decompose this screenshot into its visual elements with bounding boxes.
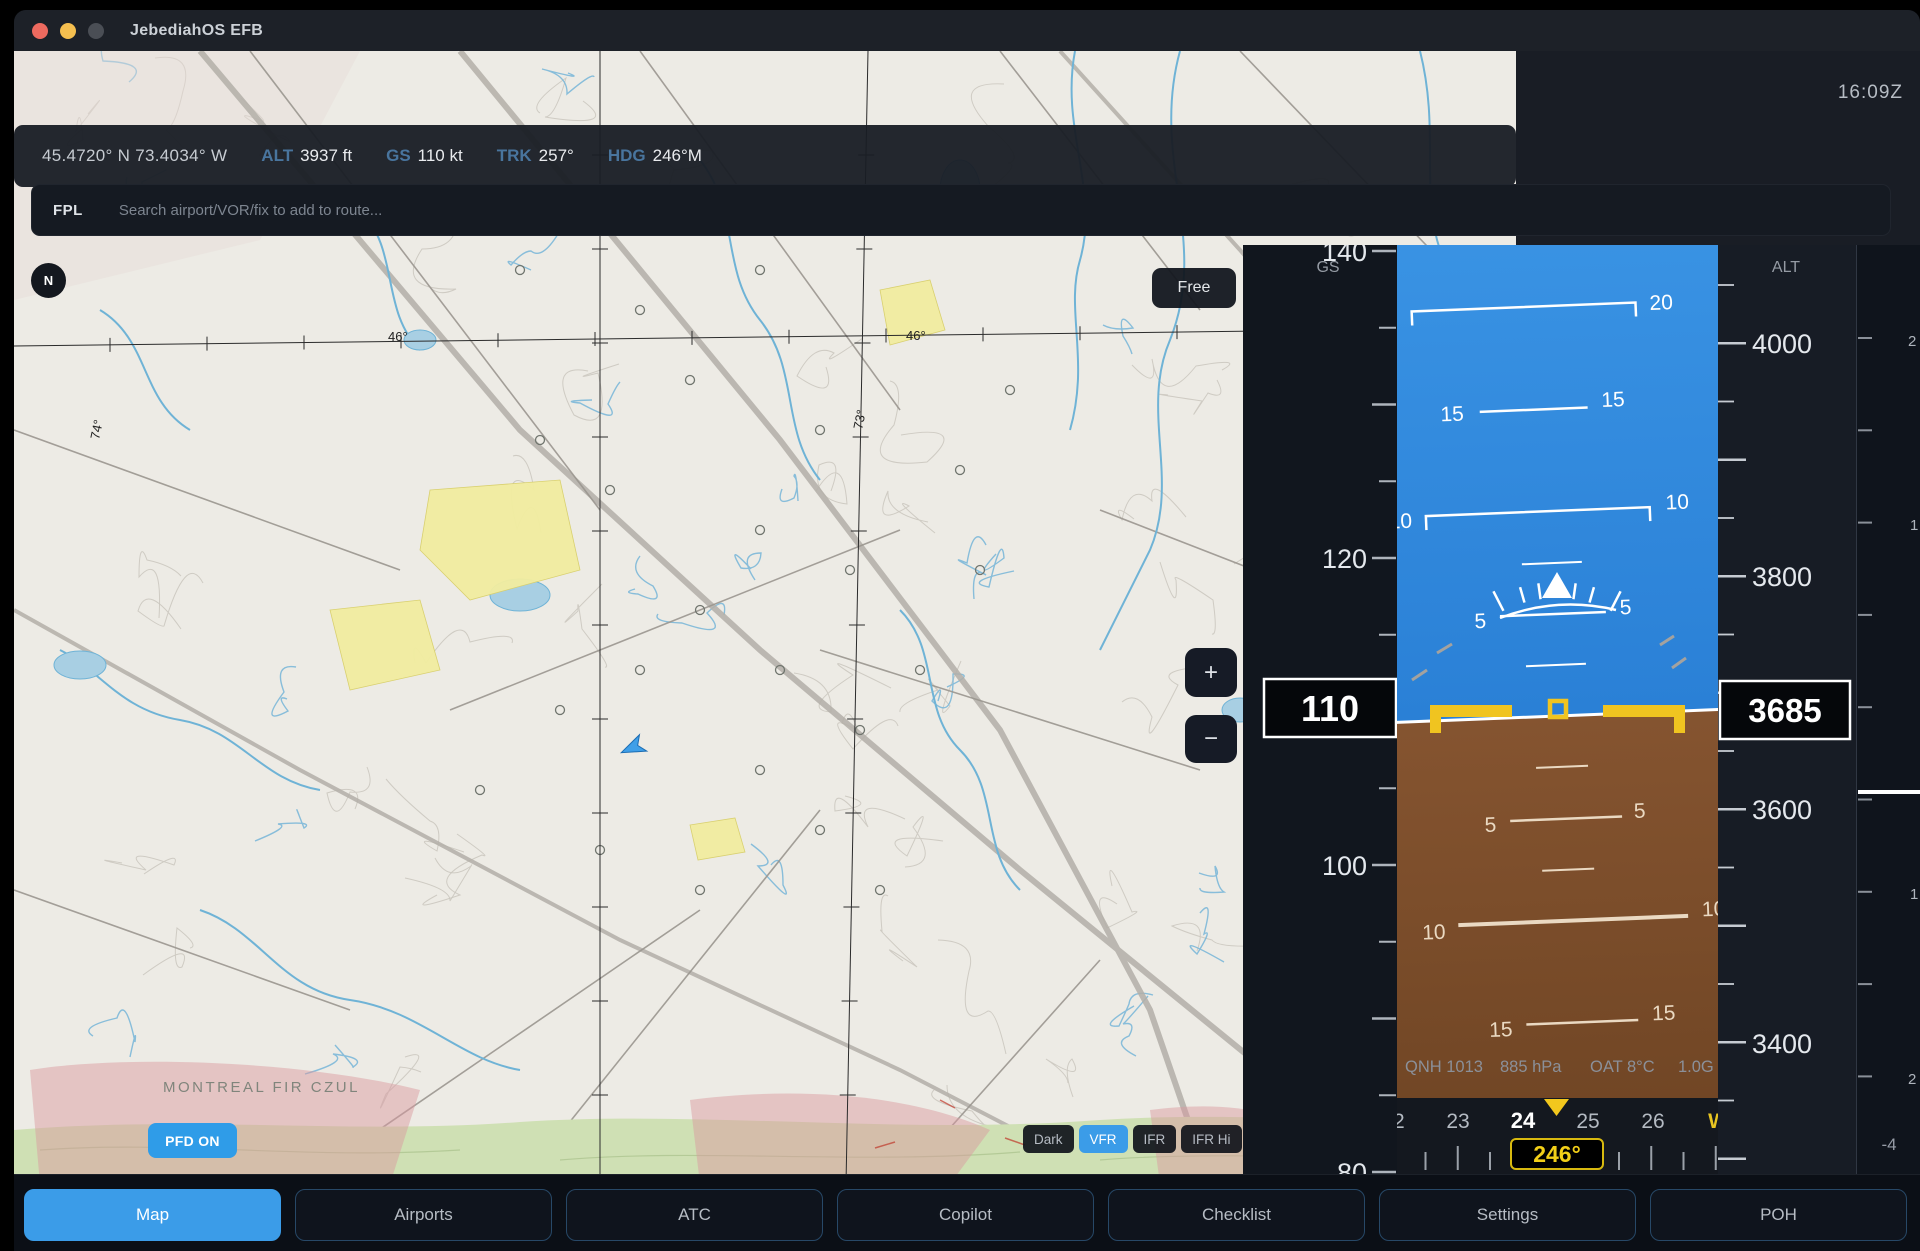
gs-label: GS — [386, 146, 411, 166]
desktop: JebediahOS EFB — [0, 0, 1920, 1251]
tab-poh[interactable]: POH — [1650, 1189, 1907, 1241]
fir-boundary-label: MONTREAL FIR CZUL — [163, 1079, 360, 1096]
tab-atc[interactable]: ATC — [566, 1189, 823, 1241]
alt-3400: 3400 — [1752, 1029, 1812, 1059]
speed-140: 140 — [1322, 245, 1367, 267]
tab-checklist[interactable]: Checklist — [1108, 1189, 1365, 1241]
app-window: JebediahOS EFB — [14, 10, 1920, 1251]
vs-minus2: 2 — [1908, 1071, 1916, 1088]
hdg-value: 246°M — [653, 146, 702, 166]
current-speed: 110 — [1301, 688, 1359, 729]
pitch-d5-right: 5 — [1633, 800, 1646, 823]
route-search-input[interactable] — [117, 201, 1890, 220]
pitch-d5-left: 5 — [1484, 814, 1497, 837]
vs-tape — [1856, 245, 1920, 1174]
style-dark-button[interactable]: Dark — [1023, 1125, 1074, 1153]
pitch-20-right: 20 — [1649, 291, 1673, 315]
tab-map[interactable]: Map — [24, 1189, 281, 1241]
tab-copilot[interactable]: Copilot — [837, 1189, 1094, 1241]
hdg-23: 23 — [1446, 1110, 1469, 1133]
minimize-button[interactable] — [60, 23, 76, 39]
pitch-10-right: 10 — [1665, 491, 1689, 515]
vs-readout: -4 — [1881, 1135, 1896, 1154]
fpl-label: FPL — [53, 202, 83, 219]
oat-readout: OAT 8°C — [1590, 1058, 1655, 1076]
pitch-d15-left: 15 — [1489, 1018, 1513, 1042]
alt-label: ALT — [261, 146, 293, 166]
hdg-25: 25 — [1576, 1110, 1599, 1133]
trk-label: TRK — [497, 146, 532, 166]
zoom-in-button[interactable]: + — [1185, 648, 1237, 697]
status-bar: 45.4720° N 73.4034° W ALT 3937 ft GS 110 k… — [14, 125, 1516, 187]
tab-settings[interactable]: Settings — [1379, 1189, 1636, 1241]
bottom-nav-bar: Map Airports ATC Copilot Checklist Setti… — [14, 1174, 1920, 1251]
pitch-5-right: 5 — [1619, 596, 1632, 619]
window-title: JebediahOS EFB — [130, 22, 263, 40]
vs-plus1: 1 — [1910, 517, 1918, 534]
north-indicator-button[interactable]: N — [31, 263, 66, 298]
title-bar: JebediahOS EFB — [14, 10, 1920, 51]
current-altitude: 3685 — [1748, 692, 1821, 729]
map-mode-free-button[interactable]: Free — [1152, 268, 1236, 308]
pitch-d15-right: 15 — [1652, 1001, 1676, 1025]
gs-value: 110 kt — [418, 146, 463, 166]
trk-value: 257° — [539, 146, 574, 166]
pressure-readout: 885 hPa — [1500, 1058, 1562, 1076]
vs-plus2: 2 — [1908, 333, 1916, 350]
pitch-15-right: 15 — [1601, 388, 1625, 412]
alt-3600: 3600 — [1752, 795, 1812, 825]
gload-readout: 1.0G — [1678, 1058, 1714, 1076]
lat-label-2: 46° — [906, 328, 926, 343]
gps-coordinates: 45.4720° N 73.4034° W — [42, 146, 227, 166]
hdg-label: HDG — [608, 146, 646, 166]
style-ifr-hi-button[interactable]: IFR Hi — [1181, 1125, 1241, 1153]
zulu-clock: 16:09Z — [1838, 82, 1903, 104]
pfd-toggle-button[interactable]: PFD ON — [148, 1123, 237, 1158]
vs-minus1: 1 — [1910, 886, 1918, 903]
speed-120: 120 — [1322, 544, 1367, 574]
zoom-out-button[interactable]: − — [1185, 715, 1237, 763]
style-ifr-button[interactable]: IFR — [1133, 1125, 1177, 1153]
alt-3800: 3800 — [1752, 562, 1812, 592]
primary-flight-display: 20 20 15 15 10 10 5 5 5 5 10 10 15 15 — [1243, 245, 1920, 1174]
speed-100: 100 — [1322, 851, 1367, 881]
current-heading: 246° — [1533, 1141, 1581, 1167]
pitch-15-left: 15 — [1440, 403, 1464, 427]
flight-plan-bar: FPL — [31, 184, 1891, 236]
tab-airports[interactable]: Airports — [295, 1189, 552, 1241]
maximize-button[interactable] — [88, 23, 104, 39]
style-vfr-button[interactable]: VFR — [1079, 1125, 1128, 1153]
speed-80: 80 — [1337, 1158, 1367, 1174]
qnh-readout: QNH 1013 — [1405, 1058, 1483, 1076]
pitch-5-left: 5 — [1474, 610, 1487, 633]
alt-tape-title: ALT — [1772, 259, 1800, 276]
pitch-d10-left: 10 — [1422, 921, 1446, 945]
hdg-24: 24 — [1511, 1108, 1536, 1133]
lat-label: 46° — [388, 329, 408, 344]
alt-4000: 4000 — [1752, 329, 1812, 359]
alt-value: 3937 ft — [300, 146, 352, 166]
hdg-26: 26 — [1641, 1110, 1664, 1133]
close-button[interactable] — [32, 23, 48, 39]
